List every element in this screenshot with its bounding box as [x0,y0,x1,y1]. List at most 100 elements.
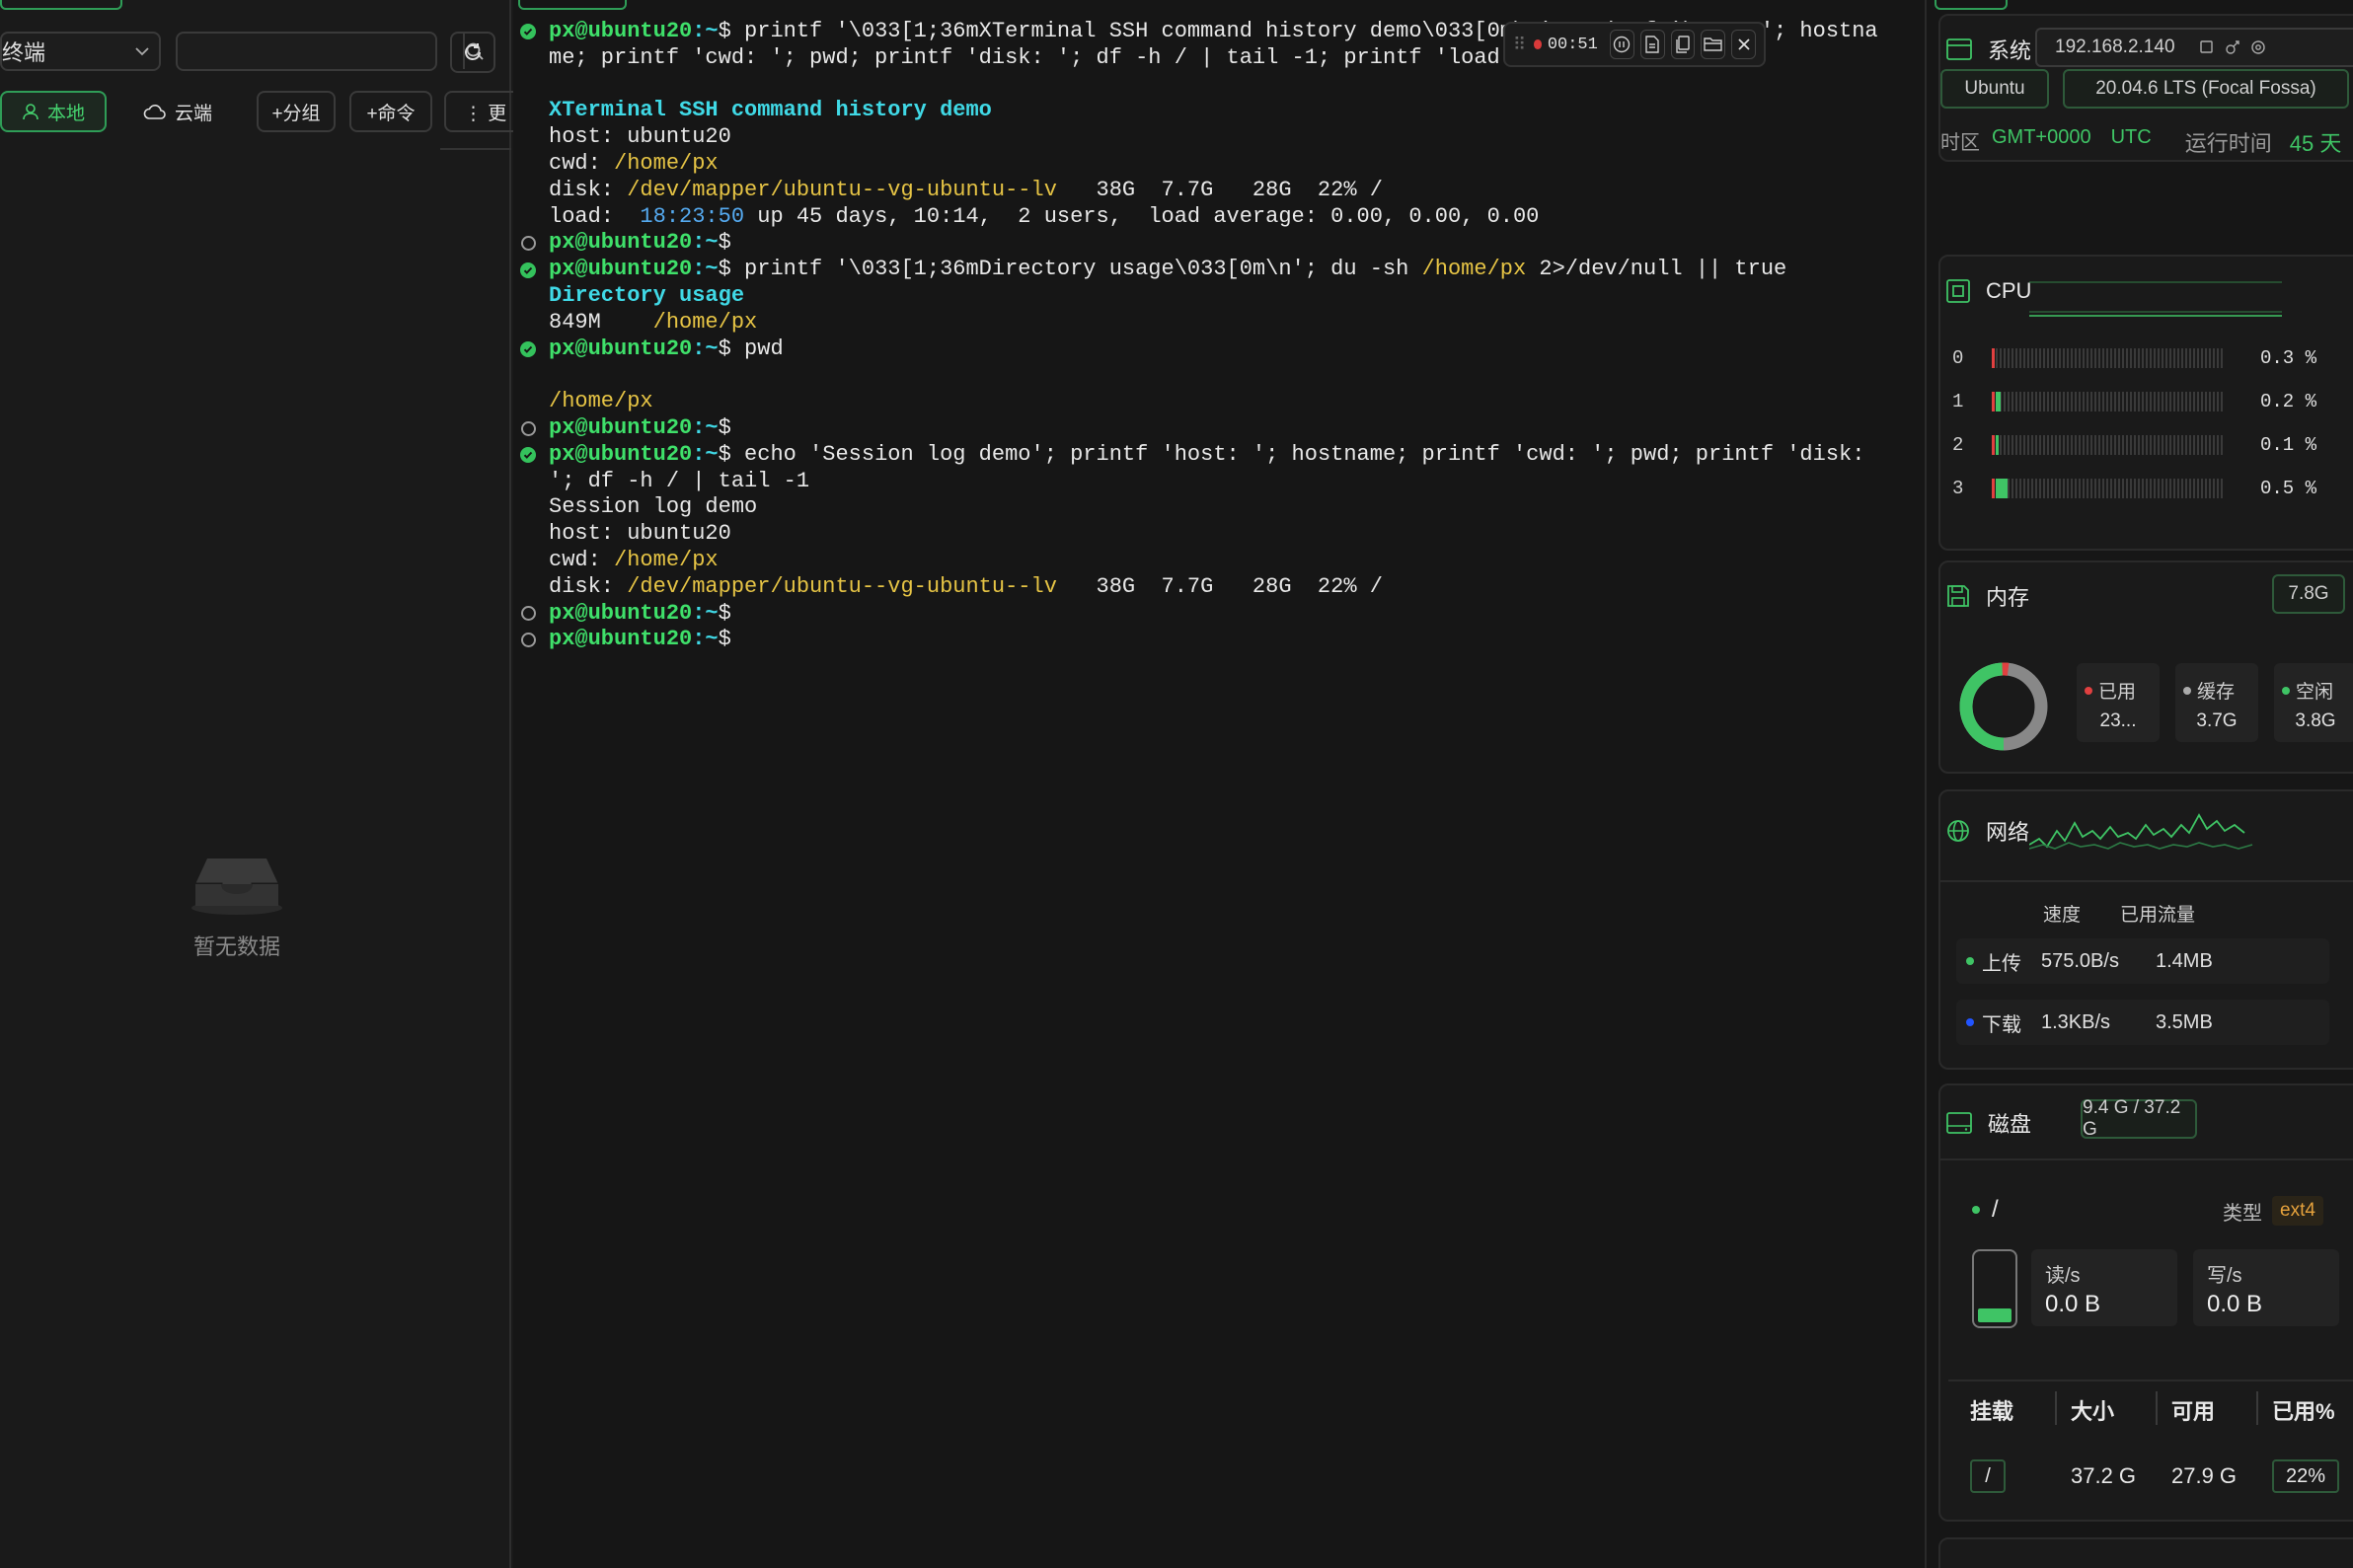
more-button[interactable]: ⋮ 更 [444,91,523,132]
cpu-core-row: 1 0.2 % [1952,387,2347,416]
local-tab-button[interactable]: 本地 [0,91,107,132]
terminal-text: :~ [692,336,719,361]
terminal-text: px@ubuntu20 [549,414,693,440]
command-idle-icon[interactable] [519,605,537,623]
terminal-text: up 45 days, 10:14, 2 users, load average… [744,203,1540,229]
window-icon [1946,38,1972,60]
save-icon [1946,584,1970,608]
timezone-value: GMT+0000 [1992,126,2091,148]
memory-free-stat: 空闲 3.8G [2274,663,2353,742]
terminal-text: XTerminal SSH command history demo [549,98,992,123]
divider [1940,1158,2353,1160]
command-success-icon[interactable] [519,261,537,279]
cpu-core-fill [1992,392,1995,411]
more-label: ⋮ 更 [464,103,507,124]
pause-button[interactable] [1609,30,1634,59]
col-size: 大小 [2071,1399,2115,1424]
folder-icon [1704,37,1723,52]
add-command-button[interactable]: +命令 [349,91,432,132]
command-idle-icon[interactable] [519,235,537,253]
session-type-select[interactable]: 终端 [0,32,161,71]
save-log-button[interactable] [1639,30,1665,59]
timezone-name: UTC [2110,126,2152,148]
download-label: 下载 [1982,1013,2021,1036]
cpu-core-percent: 0.5 % [2260,478,2317,499]
memory-donut [1956,659,2051,754]
terminal-line: host: ubuntu20 [519,521,1905,548]
terminal-pane[interactable]: px@ubuntu20:~ $ printf '\033[1;36mXTermin… [513,0,1925,1568]
terminal-text: $ printf '\033[1;36mDirectory usage\033[… [718,257,1422,282]
terminal-text: $ echo 'Session log demo'; printf 'host:… [718,441,1865,467]
disk-type-label: 类型 [2223,1202,2262,1225]
terminal-text: 849M [549,309,653,335]
command-idle-icon[interactable] [519,419,537,437]
terminal-text: px@ubuntu20 [549,627,693,652]
link-icon[interactable] [2225,39,2240,55]
row-mount[interactable]: / [1970,1459,2006,1493]
settings-icon[interactable] [2250,39,2266,55]
ip-chip: 192.168.2.140 [2035,28,2353,67]
cpu-core-fill [1996,392,2001,411]
memory-total-chip: 7.8G [2272,574,2345,614]
add-command-label: +命令 [366,103,416,124]
monitor-panel: 系统 192.168.2.140 Ubuntu 20.04.6 LTS (Foc… [1925,0,2353,1568]
command-success-icon[interactable] [519,23,537,40]
left-panel: 终端 本地 云端 +分组 +命令 ⋮ 更 暂无数据 [0,0,523,1568]
terminal-text: :~ [692,600,719,626]
terminal-line: px@ubuntu20:~ $ [519,601,1905,628]
globe-icon [1946,819,1970,843]
disk-type-value: ext4 [2272,1196,2323,1226]
terminal-text: cwd: [549,150,615,176]
copy-icon [1675,36,1691,53]
upload-total: 1.4MB [2156,949,2213,972]
open-folder-button[interactable] [1701,30,1726,59]
disk-read-stat: 读/s 0.0 B [2031,1249,2177,1326]
cpu-core-bar [1992,435,2223,455]
memory-cache-stat: 缓存 3.7G [2175,663,2258,742]
terminal-text: $ [718,600,731,626]
col-avail: 可用 [2171,1399,2216,1424]
close-recording-button[interactable] [1731,30,1756,59]
download-dot [1966,1018,1974,1026]
row-avail: 27.9 G [2171,1463,2238,1488]
refresh-button[interactable] [450,32,495,73]
memory-cache-value: 3.7G [2196,710,2238,731]
terminal-line: /home/px [519,389,1905,415]
network-title: 网络 [1986,820,2030,845]
command-idle-icon[interactable] [519,632,537,649]
memory-cache-label: 缓存 [2197,682,2236,703]
os-version: 20.04.6 LTS (Focal Fossa) [2095,78,2316,99]
cpu-core-fill [1996,435,1999,455]
search-input[interactable] [178,34,463,69]
terminal-text: :~ [692,441,719,467]
user-icon [22,103,39,120]
memory-free-label: 空闲 [2296,682,2334,703]
terminal-text: px@ubuntu20 [549,19,693,43]
copy-button[interactable] [1670,30,1696,59]
col-sep [2156,1391,2158,1425]
cpu-core-row: 0 0.3 % [1952,343,2347,373]
terminal-tab-indicator[interactable] [518,0,627,10]
cpu-core-index: 0 [1952,347,1964,369]
terminal-line: disk: /dev/mapper/ubuntu--vg-ubuntu--lv … [519,574,1905,601]
command-success-icon[interactable] [519,340,537,358]
terminal-line: px@ubuntu20:~ $ pwd [519,336,1905,363]
add-group-button[interactable]: +分组 [257,91,336,132]
terminal-text: load: [549,203,641,229]
refresh-icon [461,40,485,64]
terminal-output[interactable]: px@ubuntu20:~ $ printf '\033[1;36mXTermin… [519,19,1905,653]
copy-icon[interactable] [2199,39,2215,55]
terminal-text: /home/px [614,547,719,572]
cloud-tab-button[interactable]: 云端 [122,91,233,132]
os-name: Ubuntu [1964,78,2025,99]
cpu-core-fill [1992,435,1995,455]
monitor-tab-indicator[interactable] [1935,0,2008,10]
disk-type-row: 类型 ext4 [2223,1196,2323,1226]
document-icon [1644,36,1660,53]
tab-indicator[interactable] [0,0,122,10]
command-success-icon[interactable] [519,446,537,464]
timezone-row: 时区 GMT+0000 UTC 运行时间 45 天 [1940,126,2341,158]
divider [1940,880,2353,882]
drag-handle-icon[interactable]: ⠿ [1513,35,1528,55]
